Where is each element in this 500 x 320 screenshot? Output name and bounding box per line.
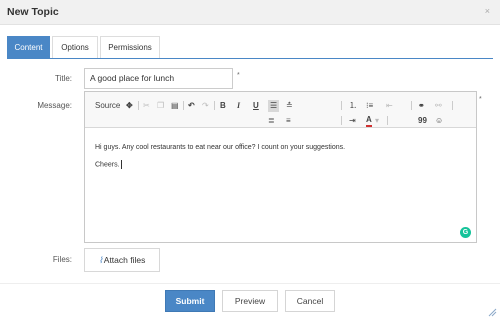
copy-icon[interactable]: ❐ <box>157 101 164 111</box>
justify-icon[interactable]: ≡ <box>286 116 291 126</box>
undo-icon[interactable]: ↶ <box>188 101 195 111</box>
text-cursor <box>120 160 122 169</box>
preview-button[interactable]: Preview <box>222 290 278 312</box>
close-icon[interactable]: × <box>485 6 490 16</box>
toolbar-separator <box>341 116 342 125</box>
toolbar-separator <box>387 116 388 125</box>
toolbar-separator <box>214 101 215 110</box>
cancel-button[interactable]: Cancel <box>285 290 335 312</box>
message-editor[interactable]: Source ✥ ✂ ❐ ▤ ↶ ↷ B I U ☰ ≛ ⒈ ⁝≡ ⇤ ⚭ ⚯ … <box>84 91 477 243</box>
italic-button[interactable]: I <box>237 101 240 111</box>
grammarly-icon[interactable]: G <box>460 227 471 238</box>
editor-line-text: Cheers. <box>95 161 120 169</box>
unlink-icon[interactable]: ⚯ <box>435 101 442 111</box>
title-label: Title: <box>54 74 72 83</box>
align-right-icon[interactable]: ≣ <box>268 116 275 126</box>
chevron-down-icon[interactable]: ▾ <box>375 116 379 126</box>
toolbar-separator <box>411 101 412 110</box>
files-label: Files: <box>52 255 72 264</box>
numbered-list-icon[interactable]: ⒈ <box>349 101 357 111</box>
indent-icon[interactable]: ⇥ <box>349 116 356 126</box>
toolbar-separator <box>341 101 342 110</box>
tab-options[interactable]: Options <box>52 36 98 58</box>
editor-line: Hi guys. Any cool restaurants to eat nea… <box>95 144 346 151</box>
toolbar-separator <box>183 101 184 110</box>
required-mark-title: * <box>237 72 240 79</box>
bullet-list-icon[interactable]: ⁝≡ <box>366 101 373 111</box>
resize-grip-icon[interactable] <box>487 307 497 317</box>
cut-icon[interactable]: ✂ <box>143 101 150 111</box>
emoji-icon[interactable]: ☺ <box>435 116 443 126</box>
tab-permissions[interactable]: Permissions <box>100 36 160 58</box>
source-button[interactable]: Source <box>95 101 120 111</box>
dialog-title: New Topic <box>7 6 59 18</box>
submit-button[interactable]: Submit <box>165 290 215 312</box>
editor-content[interactable]: Hi guys. Any cool restaurants to eat nea… <box>95 144 345 178</box>
dialog-titlebar: New Topic × <box>0 0 500 25</box>
font-color-button[interactable]: A <box>366 115 372 127</box>
required-mark-message: * <box>479 96 482 103</box>
align-left-icon[interactable]: ☰ <box>268 100 280 112</box>
toolbar-separator <box>138 101 139 110</box>
outdent-icon[interactable]: ⇤ <box>386 101 393 111</box>
editor-toolbar: Source ✥ ✂ ❐ ▤ ↶ ↷ B I U ☰ ≛ ⒈ ⁝≡ ⇤ ⚭ ⚯ … <box>85 92 476 128</box>
link-icon[interactable]: ⚭ <box>418 101 425 111</box>
tab-content[interactable]: Content <box>7 36 50 58</box>
align-center-icon[interactable]: ≛ <box>286 101 293 111</box>
underline-button[interactable]: U <box>253 101 259 111</box>
editor-line-last: Cheers. <box>95 160 345 169</box>
attach-files-button[interactable]: ⌇Attach files <box>84 248 160 272</box>
blockquote-button[interactable]: 99 <box>418 116 427 126</box>
paste-icon[interactable]: ▤ <box>171 101 179 111</box>
attach-files-label: Attach files <box>103 255 146 265</box>
bold-button[interactable]: B <box>220 101 226 111</box>
message-label: Message: <box>37 101 72 110</box>
maximize-icon[interactable]: ✥ <box>126 101 133 111</box>
redo-icon[interactable]: ↷ <box>202 101 209 111</box>
toolbar-separator <box>452 101 453 110</box>
footer-divider <box>0 283 500 284</box>
tab-underline <box>7 58 493 59</box>
title-input[interactable]: A good place for lunch <box>84 68 233 89</box>
paperclip-icon: ⌇ <box>98 255 103 265</box>
